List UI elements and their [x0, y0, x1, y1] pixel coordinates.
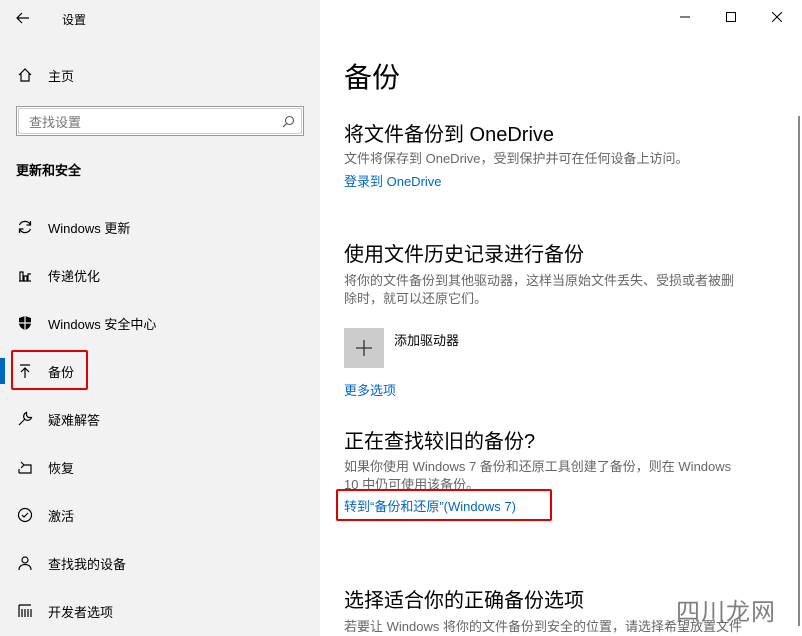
back-button[interactable] [0, 0, 46, 36]
highlight-box-backup [11, 350, 88, 390]
sidebar-item-label: Windows 安全中心 [48, 316, 157, 332]
sidebar-item-find-my-device[interactable]: 查找我的设备 [0, 543, 320, 583]
sidebar: 设置 主页 更新和安全 Windows 更新 传递优化 Windows 安全中心 [0, 0, 320, 636]
maximize-icon [726, 12, 736, 22]
sidebar-item-troubleshoot[interactable]: 疑难解答 [0, 399, 320, 439]
search-input[interactable] [27, 112, 271, 132]
file-history-description-line-2: 除时，就可以还原它们。 [344, 291, 488, 306]
sidebar-item-label: 传递优化 [48, 268, 101, 284]
sidebar-item-label: 激活 [48, 508, 75, 524]
add-drive-button[interactable] [344, 328, 384, 368]
scrollbar[interactable] [796, 36, 802, 636]
sidebar-item-label: 恢复 [48, 460, 75, 476]
person-location-icon [16, 554, 34, 572]
sidebar-item-label: 查找我的设备 [48, 556, 127, 572]
file-history-description-line-1: 将你的文件备份到其他驱动器，这样当原始文件丢失、受损或者被删 [344, 273, 735, 288]
onedrive-signin-link[interactable]: 登录到 OneDrive [344, 171, 442, 190]
add-drive-label[interactable]: 添加驱动器 [394, 330, 459, 349]
onedrive-description: 文件将保存到 OneDrive，受到保护并可在任何设备上访问。 [344, 151, 689, 166]
sidebar-item-label: 疑难解答 [48, 412, 101, 428]
choose-backup-heading: 选择适合你的正确备份选项 [344, 590, 584, 612]
sidebar-item-windows-security[interactable]: Windows 安全中心 [0, 303, 320, 343]
shield-icon [16, 314, 34, 332]
developer-icon [16, 602, 34, 620]
onedrive-heading: 将文件备份到 OneDrive [344, 124, 555, 146]
page-title: 备份 [344, 62, 401, 93]
home-icon [16, 66, 34, 84]
sidebar-item-windows-update[interactable]: Windows 更新 [0, 207, 320, 247]
section-title: 更新和安全 [16, 163, 82, 178]
main-content: 备份 将文件备份到 OneDrive 文件将保存到 OneDrive，受到保护并… [320, 0, 802, 636]
search-box[interactable] [16, 106, 304, 136]
plus-icon [356, 340, 372, 356]
file-history-heading: 使用文件历史记录进行备份 [344, 244, 584, 266]
highlight-box-win7-link [336, 489, 552, 521]
wrench-icon [16, 410, 34, 428]
search-icon[interactable] [282, 115, 295, 128]
watermark: 四川龙网 [676, 599, 776, 626]
sidebar-item-delivery-optimization[interactable]: 传递优化 [0, 255, 320, 295]
check-circle-icon [16, 506, 34, 524]
refresh-icon [16, 218, 34, 236]
minimize-button[interactable] [662, 0, 708, 34]
scrollbar-thumb[interactable] [798, 116, 800, 626]
close-icon [772, 12, 782, 22]
back-arrow-icon [16, 12, 29, 24]
window-title: 设置 [62, 13, 87, 27]
recovery-icon [16, 458, 34, 476]
sidebar-item-activation[interactable]: 激活 [0, 495, 320, 535]
sidebar-item-label: 开发者选项 [48, 604, 114, 620]
more-options-link[interactable]: 更多选项 [344, 380, 396, 399]
older-backup-description-line-1: 如果你使用 Windows 7 备份和还原工具创建了备份，则在 Windows [344, 459, 732, 474]
delivery-optimization-icon [16, 266, 34, 284]
close-button[interactable] [754, 0, 800, 34]
maximize-button[interactable] [708, 0, 754, 34]
sidebar-item-recovery[interactable]: 恢复 [0, 447, 320, 487]
minimize-icon [680, 16, 690, 18]
sidebar-item-label: Windows 更新 [48, 220, 131, 236]
sidebar-item-developer-options[interactable]: 开发者选项 [0, 591, 320, 631]
sidebar-item-label: 主页 [48, 68, 75, 84]
selected-indicator [0, 358, 5, 384]
sidebar-item-home[interactable]: 主页 [0, 55, 320, 95]
older-backup-heading: 正在查找较旧的备份? [344, 431, 536, 453]
